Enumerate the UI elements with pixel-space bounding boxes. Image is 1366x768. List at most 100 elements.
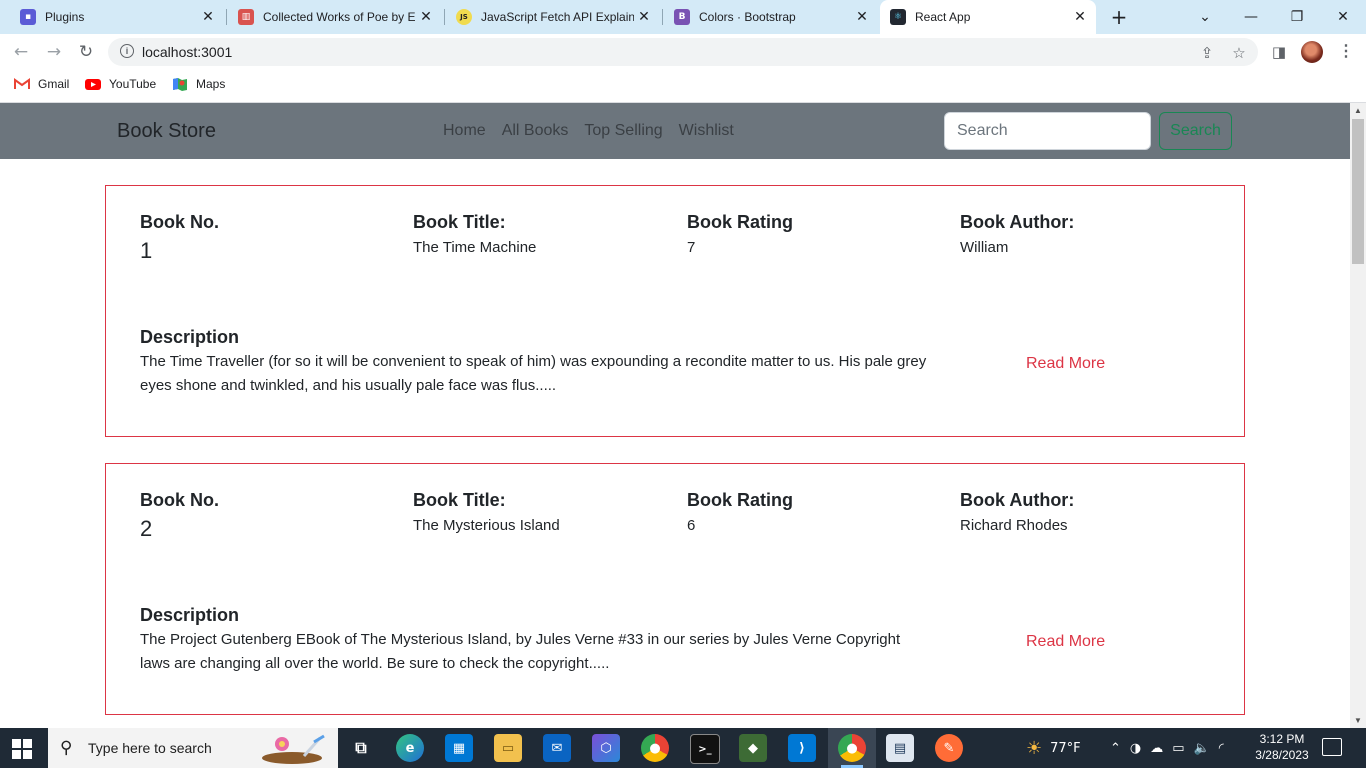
book-rating-value: 7 [687,239,696,256]
minimize-button[interactable]: — [1228,0,1274,34]
scroll-down-icon[interactable]: ▼ [1354,716,1362,725]
nav-link-all-books[interactable]: All Books [502,122,569,140]
notepad-icon[interactable]: ▤ [886,734,914,762]
weather-temp: 77°F [1050,740,1081,756]
nav-link-top-selling[interactable]: Top Selling [584,122,662,140]
taskbar-clock[interactable]: 3:12 PM 3/28/2023 [1254,731,1310,763]
read-more-link[interactable]: Read More [1026,633,1105,651]
book-card: Book No. 1 Book Title: The Time Machine … [105,185,1245,437]
book-author-label: Book Author: [960,212,1075,232]
close-icon[interactable]: ✕ [634,9,654,25]
bootstrap-icon: B [674,9,690,25]
onedrive-cloud-icon[interactable]: ☁ [1150,741,1163,756]
profile-avatar[interactable] [1301,41,1323,63]
vscode-icon[interactable]: ⟩ [788,734,816,762]
js-icon: JS [456,9,472,25]
weather-widget[interactable]: ☀ 77°F [1026,728,1081,768]
nav-link-home[interactable]: Home [443,122,486,140]
navbar-brand[interactable]: Book Store [117,120,216,143]
tab-plugins[interactable]: ▪ Plugins ✕ [0,0,224,34]
terminal-icon[interactable]: >_ [690,734,720,764]
search-button[interactable]: Search [1159,112,1232,150]
chrome-active-icon[interactable]: ● [838,734,866,762]
gmail-icon [14,78,30,89]
taskbar-search-box[interactable]: ⚲ Type here to search [48,728,338,768]
close-icon[interactable]: ✕ [852,9,872,25]
volume-icon[interactable]: 🔈 [1194,741,1210,756]
meet-now-icon[interactable]: ◑ [1130,741,1141,756]
bookmark-label: Gmail [38,77,70,91]
react-icon: ⚛ [890,9,906,25]
back-icon[interactable]: ← [9,40,33,64]
book-author-value: William [960,239,1009,256]
edge-icon[interactable]: e [396,734,424,762]
window-close-button[interactable]: ✕ [1320,0,1366,34]
tab-fetch-api[interactable]: JS JavaScript Fetch API Explaine ✕ [436,0,660,34]
side-panel-icon[interactable]: ◨ [1270,43,1288,61]
tab-poe[interactable]: ▥ Collected Works of Poe by Ed ✕ [218,0,442,34]
bookmark-youtube[interactable]: YouTube [85,77,156,91]
task-view-icon[interactable]: ⧉ [347,734,375,762]
book-title-label: Book Title: [413,212,506,232]
page-viewport: Book Store Home All Books Top Selling Wi… [0,103,1350,728]
scroll-up-icon[interactable]: ▲ [1354,106,1362,115]
postman-icon[interactable]: ✎ [935,734,963,762]
battery-icon[interactable]: ▭ [1172,741,1184,756]
windows-start-icon[interactable] [12,739,32,759]
close-icon[interactable]: ✕ [198,9,218,25]
browser-tab-strip: ▪ Plugins ✕ ▥ Collected Works of Poe by … [0,0,1366,34]
book-no-value: 2 [140,516,153,541]
restore-button[interactable]: ❐ [1274,0,1320,34]
copilot-icon[interactable]: ⬡ [592,734,620,762]
mail-icon[interactable]: ✉ [543,734,571,762]
bookmark-star-icon[interactable]: ☆ [1230,44,1248,62]
tab-title: Collected Works of Poe by Ed [263,10,416,24]
page-scrollbar[interactable]: ▲ ▼ [1350,103,1366,728]
notification-icon[interactable] [1322,738,1342,756]
book-author-label: Book Author: [960,490,1075,510]
new-tab-button[interactable]: + [1108,6,1130,28]
address-url[interactable]: localhost:3001 [142,44,232,60]
wifi-icon[interactable]: ◜ [1219,741,1224,756]
plugins-icon: ▪ [20,9,36,25]
youtube-icon [85,79,101,90]
book-title-label: Book Title: [413,490,506,510]
clock-time: 3:12 PM [1259,732,1305,746]
system-tray: ⌃ ◑ ☁ ▭ 🔈 ◜ [1110,728,1224,768]
search-input[interactable] [944,112,1151,150]
taskbar-search-text[interactable]: Type here to search [88,740,212,756]
search-highlight-art-icon [262,734,325,764]
store-icon[interactable]: ▦ [445,734,473,762]
tab-search-chevron-icon[interactable]: ⌄ [1182,0,1228,34]
chrome-icon[interactable]: ● [641,734,669,762]
bookmarks-bar: Gmail YouTube Maps [0,70,1366,103]
close-icon[interactable]: ✕ [1070,9,1090,25]
nav-link-wishlist[interactable]: Wishlist [679,122,734,140]
search-icon: ⚲ [60,738,73,758]
description-label: Description [140,605,240,625]
tab-title: Plugins [45,10,85,24]
browser-toolbar: ← → ↻ i localhost:3001 ⇪ ☆ ◨ ⋮ [0,34,1366,70]
read-more-link[interactable]: Read More [1026,355,1105,373]
tab-bootstrap[interactable]: B Colors · Bootstrap ✕ [654,0,878,34]
book-rating-label: Book Rating [687,212,793,232]
forward-icon[interactable]: → [42,40,66,64]
close-icon[interactable]: ✕ [416,9,436,25]
tray-chevron-icon[interactable]: ⌃ [1110,741,1121,756]
book-no-value: 1 [140,238,153,263]
reload-icon[interactable]: ↻ [74,40,98,64]
tab-title: JavaScript Fetch API Explaine [481,10,634,24]
address-bar[interactable]: i localhost:3001 ⇪ ☆ [108,38,1258,66]
bookmark-maps[interactable]: Maps [172,77,225,91]
share-icon[interactable]: ⇪ [1198,44,1216,62]
site-info-icon[interactable]: i [120,44,134,58]
scrollbar-thumb[interactable] [1352,119,1364,264]
tab-title: React App [915,10,971,24]
file-explorer-icon[interactable]: ▭ [494,734,522,762]
tab-react-app[interactable]: ⚛ React App ✕ [880,0,1096,34]
browser-menu-icon[interactable]: ⋮ [1338,41,1354,63]
bookmark-gmail[interactable]: Gmail [14,77,69,91]
book-title-value: The Mysterious Island [413,517,560,534]
git-icon[interactable]: ◆ [739,734,767,762]
book-no-label: Book No. [140,212,219,232]
